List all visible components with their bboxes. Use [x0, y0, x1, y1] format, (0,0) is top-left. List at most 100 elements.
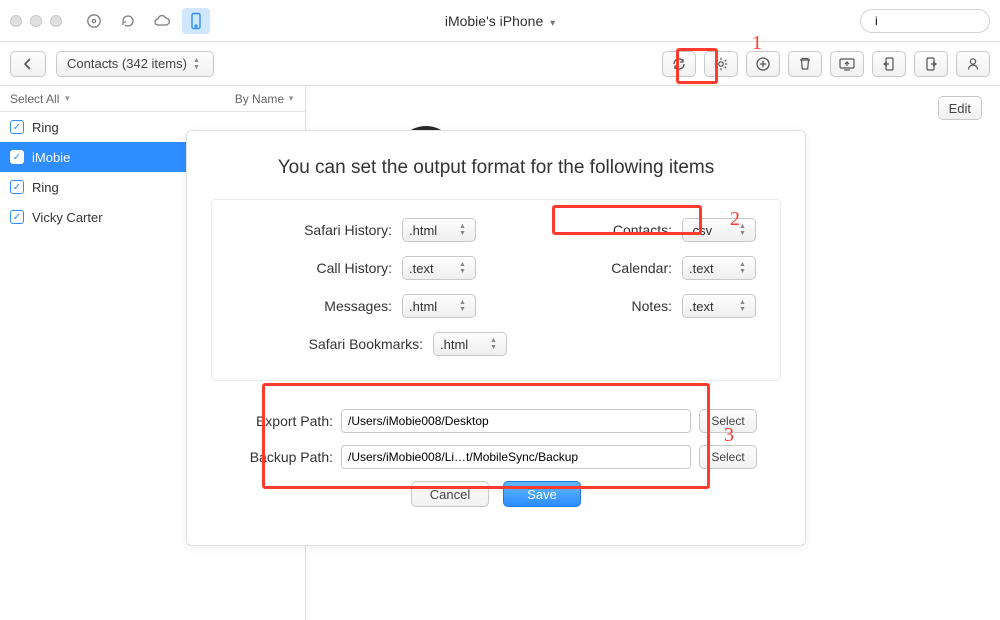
refresh-button[interactable]: [662, 51, 696, 77]
format-select[interactable]: .text ▲▼: [402, 256, 476, 280]
close-dot[interactable]: [10, 15, 22, 27]
category-dropdown[interactable]: Contacts (342 items) ▲▼: [56, 51, 214, 77]
chevron-left-icon: [23, 58, 33, 70]
select-label: Select: [711, 414, 744, 428]
format-select[interactable]: .html ▲▼: [433, 332, 507, 356]
to-phone-right-icon: [924, 56, 938, 72]
export-to-mac-button[interactable]: [830, 51, 864, 77]
toolbar: Contacts (342 items) ▲▼: [0, 42, 1000, 86]
format-label: Calendar:: [611, 260, 672, 276]
format-label: Contacts:: [613, 222, 672, 238]
dialog-buttons: Cancel Save: [235, 481, 757, 507]
backup-path-label: Backup Path:: [235, 449, 333, 465]
merge-contacts-button[interactable]: [956, 51, 990, 77]
refresh-icon: [671, 56, 687, 72]
edit-label: Edit: [949, 101, 971, 116]
format-select[interactable]: .text ▲▼: [682, 256, 756, 280]
format-label: Call History:: [317, 260, 392, 276]
caret-down-icon: ▼: [63, 94, 71, 103]
format-item-messages: Messages: .html ▲▼: [236, 294, 476, 318]
format-label: Safari Bookmarks:: [298, 336, 423, 352]
device-name: iMobie's iPhone: [445, 13, 543, 29]
format-select[interactable]: .html ▲▼: [402, 218, 476, 242]
search-input[interactable]: [875, 14, 1000, 28]
format-select[interactable]: .html ▲▼: [402, 294, 476, 318]
search-box[interactable]: ✕: [860, 9, 990, 33]
format-item-calendar: Calendar: .text ▲▼: [516, 256, 756, 280]
dialog-title: You can set the output format for the fo…: [211, 157, 781, 179]
contact-name: Ring: [32, 120, 59, 135]
stepper-icon: ▲▼: [739, 260, 749, 276]
format-item-contacts: Contacts: .csv ▲▼: [516, 218, 756, 242]
select-all-label[interactable]: Select All: [10, 92, 59, 106]
caret-down-icon: ▼: [287, 94, 295, 103]
format-item-safari-history: Safari History: .html ▲▼: [236, 218, 476, 242]
save-label: Save: [527, 487, 557, 502]
stepper-icon: ▲▼: [490, 336, 500, 352]
delete-button[interactable]: [788, 51, 822, 77]
format-value: .html: [440, 337, 468, 352]
format-value: .html: [409, 299, 437, 314]
zoom-dot[interactable]: [50, 15, 62, 27]
contact-name: Vicky Carter: [32, 210, 103, 225]
contact-name: Ring: [32, 180, 59, 195]
to-device-button[interactable]: [872, 51, 906, 77]
format-item-safari-bookmarks: Safari Bookmarks: .html ▲▼: [236, 332, 756, 356]
checkbox-icon[interactable]: ✓: [10, 150, 24, 164]
output-format-dialog: You can set the output format for the fo…: [186, 130, 806, 546]
format-select[interactable]: .text ▲▼: [682, 294, 756, 318]
from-device-button[interactable]: [914, 51, 948, 77]
export-path-row: Export Path: Select: [235, 409, 757, 433]
backup-path-select-button[interactable]: Select: [699, 445, 757, 469]
format-value: .html: [409, 223, 437, 238]
to-phone-left-icon: [882, 56, 896, 72]
backup-tab-icon[interactable]: [114, 8, 142, 34]
back-button[interactable]: [10, 51, 46, 77]
format-item-notes: Notes: .text ▲▼: [516, 294, 756, 318]
minimize-dot[interactable]: [30, 15, 42, 27]
cloud-tab-icon[interactable]: [148, 8, 176, 34]
backup-path-input[interactable]: [341, 445, 691, 469]
stepper-icon: ▲▼: [459, 298, 469, 314]
format-label: Safari History:: [304, 222, 392, 238]
edit-button[interactable]: Edit: [938, 96, 982, 120]
category-label: Contacts (342 items): [67, 56, 187, 71]
export-path-label: Export Path:: [235, 413, 333, 429]
select-label: Select: [711, 450, 744, 464]
settings-button[interactable]: [704, 51, 738, 77]
stepper-icon: ▲▼: [459, 260, 469, 276]
sort-label[interactable]: By Name: [235, 92, 284, 106]
window-controls: [10, 15, 62, 27]
format-value: .text: [689, 299, 714, 314]
person-icon: [965, 56, 981, 72]
device-tabs: [80, 8, 210, 34]
checkbox-icon[interactable]: ✓: [10, 180, 24, 194]
gear-icon: [713, 56, 729, 72]
stepper-icon: ▲▼: [739, 222, 749, 238]
music-tab-icon[interactable]: [80, 8, 108, 34]
format-select[interactable]: .csv ▲▼: [682, 218, 756, 242]
export-path-input[interactable]: [341, 409, 691, 433]
cancel-label: Cancel: [430, 487, 470, 502]
plus-circle-icon: [755, 56, 771, 72]
sidebar-header: Select All ▼ By Name ▼: [0, 86, 305, 112]
format-label: Messages:: [324, 298, 392, 314]
add-button[interactable]: [746, 51, 780, 77]
format-label: Notes:: [632, 298, 672, 314]
save-button[interactable]: Save: [503, 481, 581, 507]
contact-name: iMobie: [32, 150, 70, 165]
to-computer-icon: [838, 57, 856, 71]
format-value: .text: [689, 261, 714, 276]
trash-icon: [798, 56, 812, 72]
checkbox-icon[interactable]: ✓: [10, 120, 24, 134]
phone-tab-icon[interactable]: [182, 8, 210, 34]
format-value: .text: [409, 261, 434, 276]
titlebar: iMobie's iPhone ▾ ✕: [0, 0, 1000, 42]
backup-path-row: Backup Path: Select: [235, 445, 757, 469]
checkbox-icon[interactable]: ✓: [10, 210, 24, 224]
format-value: .csv: [689, 223, 712, 238]
cancel-button[interactable]: Cancel: [411, 481, 489, 507]
stepper-icon: ▲▼: [193, 56, 203, 72]
chevron-down-icon: ▾: [550, 18, 555, 29]
export-path-select-button[interactable]: Select: [699, 409, 757, 433]
